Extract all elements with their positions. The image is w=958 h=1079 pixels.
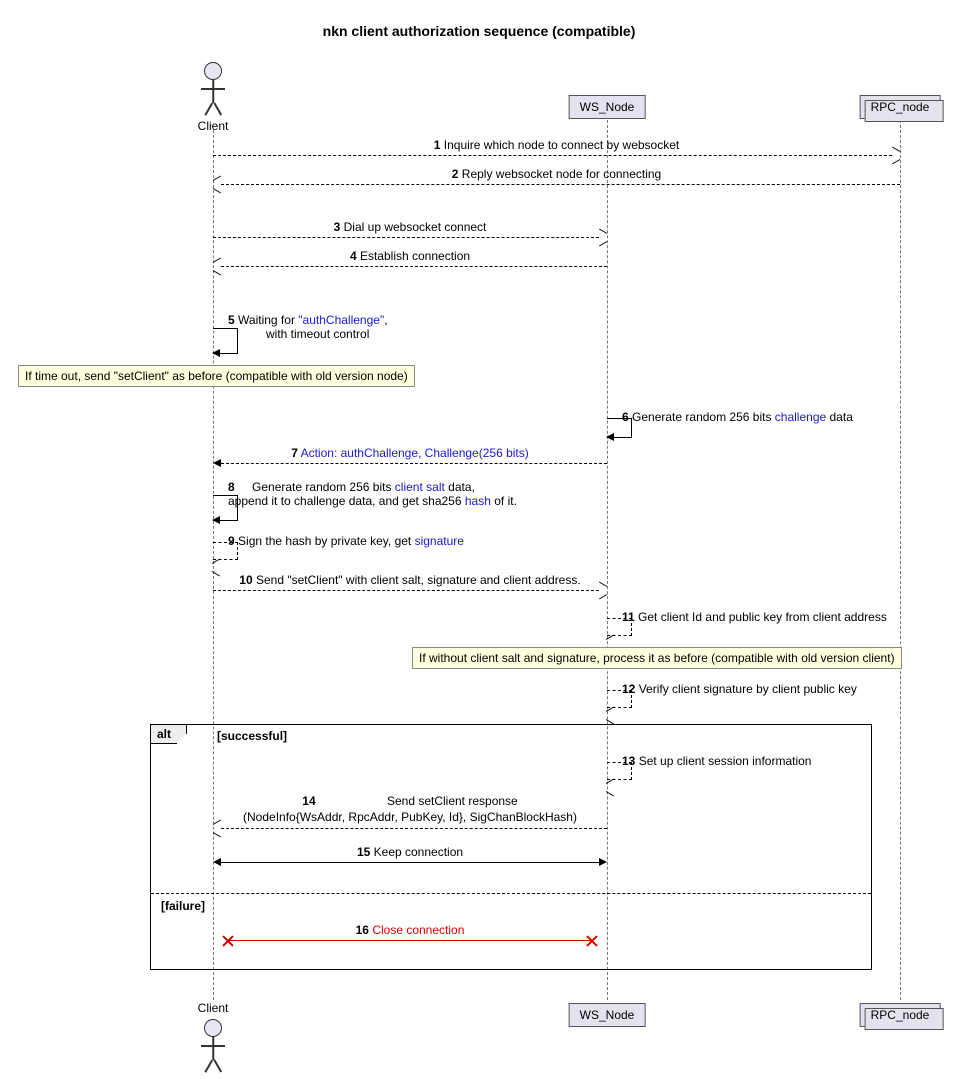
x-client [221,933,235,947]
alt-divider [151,893,871,894]
actor-client-label-bottom: Client [173,1001,253,1015]
msg-5-loop [213,328,238,354]
lifeline-rpc [900,120,901,1000]
participant-ws-top: WS_Node [569,95,646,119]
msg-13-label: 13 Set up client session information [622,754,811,768]
msg-13-loop [607,762,632,780]
msg-9-label: 9 Sign the hash by private key, get sign… [228,534,464,548]
msg-11-label: 11 Get client Id and public key from cli… [622,610,887,624]
msg-11-loop [607,618,632,636]
msg-9-loop [213,542,238,560]
msg-12-label: 12 Verify client signature by client pub… [622,682,857,696]
msg-12-loop [607,690,632,708]
msg-8-label: 8 Generate random 256 bits client salt d… [228,480,517,508]
alt-guard-failure: [failure] [161,899,205,913]
participant-rpc-top: RPC_node [860,95,941,119]
diagram-canvas: nkn client authorization sequence (compa… [0,0,958,1079]
alt-guard-success: [successful] [217,729,287,743]
diagram-title: nkn client authorization sequence (compa… [0,23,958,39]
participant-ws-bottom: WS_Node [569,1003,646,1027]
msg-6-label: 6 Generate random 256 bits challenge dat… [622,410,853,424]
x-ws [585,933,599,947]
note-timeout: If time out, send "setClient" as before … [18,365,415,387]
actor-client-label: Client [173,119,253,133]
msg-5-label: 5 Waiting for "authChallenge", with time… [228,313,388,341]
participant-rpc-bottom: RPC_node [860,1003,941,1027]
msg-8-loop [213,495,238,521]
note-compat-client: If without client salt and signature, pr… [412,647,902,669]
alt-tag: alt [150,724,177,744]
msg-6-loop [607,418,632,438]
